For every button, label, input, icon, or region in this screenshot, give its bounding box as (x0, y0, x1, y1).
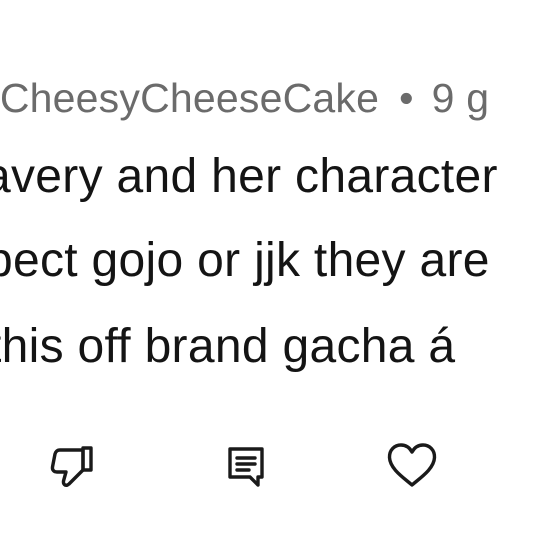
thumbs-down-icon (50, 446, 93, 487)
comment-card: rCheesyCheeseCake • 9 g avery and her char… (0, 0, 560, 560)
reply-button[interactable] (218, 438, 274, 494)
heart-icon (387, 443, 437, 487)
comment-author[interactable]: rCheesyCheeseCake (0, 75, 379, 121)
comment-timestamp: 9 g (431, 75, 490, 121)
comment-text-line: avery and her character (0, 150, 498, 203)
dislike-button[interactable] (44, 438, 100, 494)
like-button[interactable] (384, 438, 440, 494)
comment-text-line: pect gojo or jjk they are (0, 234, 490, 287)
comment-icon (228, 447, 264, 487)
comment-header: rCheesyCheeseCake • 9 g (0, 72, 489, 124)
comment-actions (0, 438, 560, 494)
separator-dot: • (399, 75, 414, 121)
comment-text-line: this off brand gacha á (0, 320, 456, 373)
